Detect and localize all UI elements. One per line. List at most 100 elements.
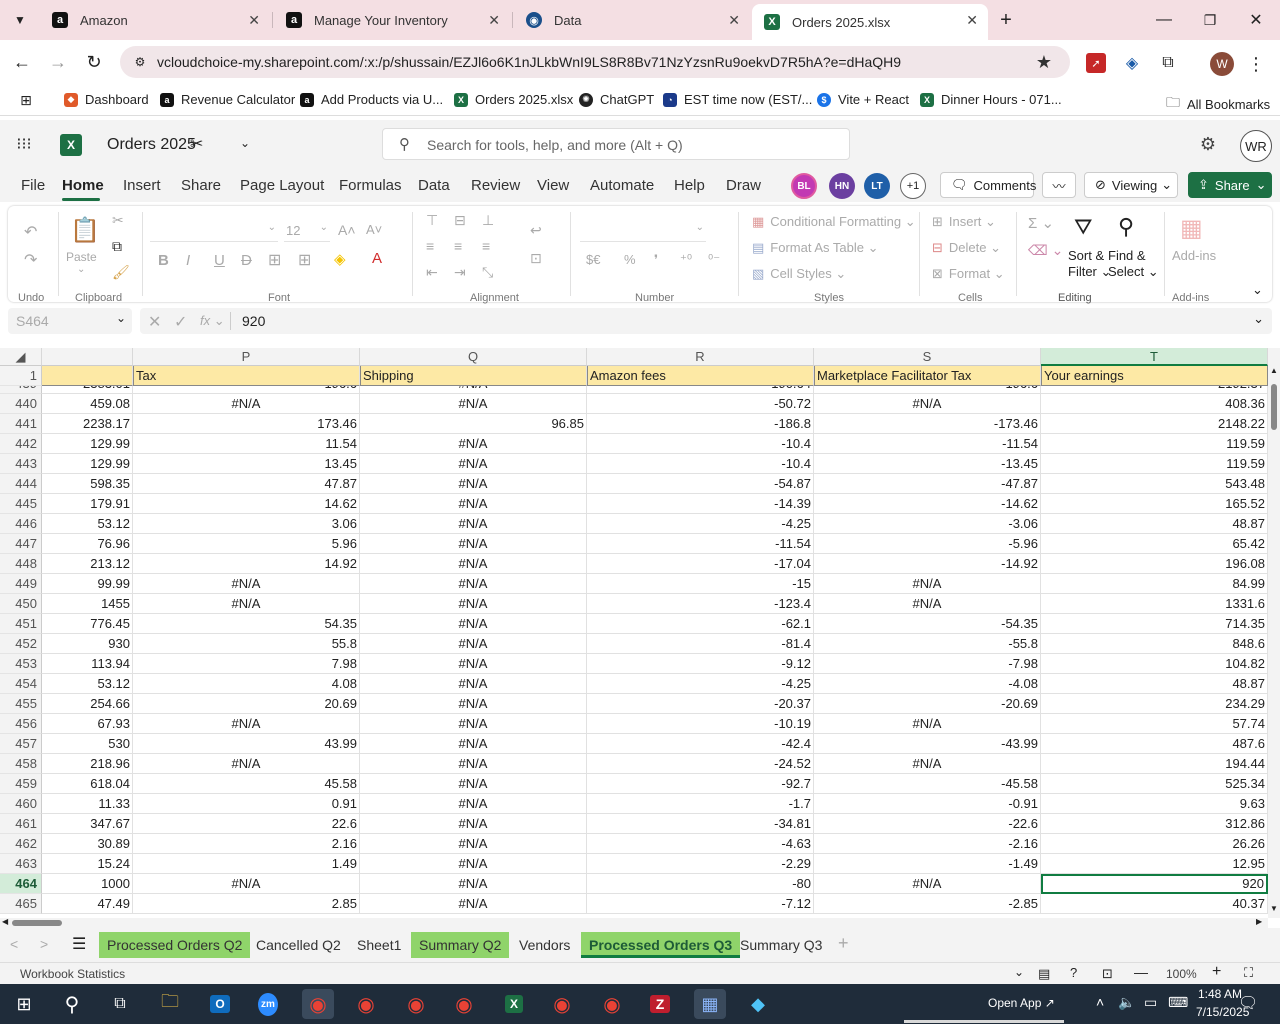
forward-icon[interactable]: →	[46, 50, 70, 74]
row-header[interactable]: 449	[0, 574, 42, 594]
cell-t[interactable]: 848.6	[1041, 634, 1268, 654]
browser-tab-orders[interactable]: X Orders 2025.xlsx ✕	[752, 4, 988, 40]
sheet-tab-processed-orders-q2[interactable]: Processed Orders Q2	[99, 932, 251, 958]
filezilla-icon[interactable]: Z	[644, 989, 676, 1019]
formula-input[interactable]: ✕ ✓ fx ⌄ 920 ⌄	[140, 308, 1272, 334]
header-cell-tax[interactable]: Tax	[133, 366, 360, 386]
cell-s[interactable]: -14.62	[814, 494, 1041, 514]
cell-s[interactable]: -2.16	[814, 834, 1041, 854]
cell-p[interactable]: 45.58	[133, 774, 360, 794]
header-cell-your-earnings[interactable]: Your earnings	[1041, 366, 1268, 386]
cell-q[interactable]: #N/A	[360, 474, 587, 494]
cell-p[interactable]: 4.08	[133, 674, 360, 694]
find-select-label[interactable]: Find & Select ⌄	[1108, 248, 1159, 280]
cell-o[interactable]: 1000	[42, 874, 133, 894]
cell-p[interactable]: 14.62	[133, 494, 360, 514]
cell-q[interactable]: #N/A	[360, 534, 587, 554]
cell-s[interactable]: -5.96	[814, 534, 1041, 554]
cell-r[interactable]: -54.87	[587, 474, 814, 494]
browser-tab-amazon[interactable]: a Amazon ✕	[40, 0, 270, 40]
cell-q[interactable]: #N/A	[360, 854, 587, 874]
cell-r[interactable]: -34.81	[587, 814, 814, 834]
close-icon[interactable]: ✕	[728, 12, 740, 29]
cell-t[interactable]: 714.35	[1041, 614, 1268, 634]
menu-file[interactable]: File	[21, 177, 45, 194]
cell-o[interactable]: 129.99	[42, 454, 133, 474]
row-header[interactable]: 457	[0, 734, 42, 754]
cut-icon[interactable]: ✂	[112, 212, 124, 229]
cell-r[interactable]: -14.39	[587, 494, 814, 514]
cell-o[interactable]: 1455	[42, 594, 133, 614]
cell-s[interactable]: -0.91	[814, 794, 1041, 814]
cell-o[interactable]: 53.12	[42, 674, 133, 694]
row-header[interactable]: 443	[0, 454, 42, 474]
font-name-dropdown[interactable]: ⌄	[150, 220, 278, 242]
presence-avatar-lt[interactable]: LT	[864, 173, 890, 199]
enter-icon[interactable]: ✓	[174, 312, 187, 332]
cell-t[interactable]: 119.59	[1041, 434, 1268, 454]
paste-label[interactable]: Paste	[66, 250, 97, 264]
redo-icon[interactable]: ↷	[24, 250, 37, 270]
horizontal-scrollbar[interactable]: ◀ ▶	[0, 917, 1268, 928]
align-center-icon[interactable]: ≡	[454, 238, 462, 254]
cell-q[interactable]: #N/A	[360, 714, 587, 734]
cell-r[interactable]: -2.29	[587, 854, 814, 874]
chevron-down-icon[interactable]: ⌄	[1014, 965, 1024, 979]
all-bookmarks[interactable]: 🗀 All Bookmarks	[1166, 92, 1270, 116]
cell-t[interactable]: 104.82	[1041, 654, 1268, 674]
cell-p[interactable]: 2.85	[133, 894, 360, 914]
column-header-p[interactable]: P	[133, 348, 360, 366]
cell-s[interactable]: #N/A	[814, 754, 1041, 774]
feedback-icon[interactable]: ?	[1070, 965, 1077, 980]
cell-p[interactable]: 13.45	[133, 454, 360, 474]
cell-p[interactable]: #N/A	[133, 594, 360, 614]
cell-q[interactable]: #N/A	[360, 774, 587, 794]
cell-p[interactable]: #N/A	[133, 714, 360, 734]
cell-p[interactable]: #N/A	[133, 574, 360, 594]
bookmark-revenue-calculator[interactable]: a Revenue Calculator	[160, 92, 295, 107]
app-launcher-icon[interactable]: ⁝⁝⁝	[14, 134, 34, 154]
undo-icon[interactable]: ↶	[24, 222, 37, 242]
cell-r[interactable]: -10.19	[587, 714, 814, 734]
cell-r[interactable]: -1.7	[587, 794, 814, 814]
menu-home[interactable]: Home	[62, 177, 104, 194]
bookmark-vite-react[interactable]: $ Vite + React	[817, 92, 909, 107]
open-app-button[interactable]: Open App ↗	[988, 996, 1055, 1010]
cell-o[interactable]: 213.12	[42, 554, 133, 574]
scroll-down-icon[interactable]: ▼	[1270, 904, 1278, 913]
search-icon[interactable]: ⚲	[56, 989, 88, 1019]
fill-color-icon[interactable]: ◈	[334, 250, 346, 268]
row-header[interactable]: 455	[0, 694, 42, 714]
cell-t[interactable]: 48.87	[1041, 674, 1268, 694]
sheet-tab-sheet1[interactable]: Sheet1	[349, 932, 409, 958]
merge-icon[interactable]: ⊡	[530, 250, 542, 267]
cell-r[interactable]: -7.12	[587, 894, 814, 914]
bookmark-chatgpt[interactable]: ✺ ChatGPT	[579, 92, 654, 107]
chrome-icon[interactable]: ◉	[546, 989, 578, 1019]
cell-o[interactable]: 11.33	[42, 794, 133, 814]
row-header[interactable]: 462	[0, 834, 42, 854]
row-header[interactable]: 454	[0, 674, 42, 694]
menu-review[interactable]: Review	[471, 177, 520, 194]
menu-page-layout[interactable]: Page Layout	[240, 177, 324, 194]
cell-s[interactable]: #N/A	[814, 394, 1041, 414]
settings-gear-icon[interactable]: ⚙	[1198, 134, 1218, 154]
zoom-out-icon[interactable]: —	[1134, 964, 1148, 980]
cell-o[interactable]: 530	[42, 734, 133, 754]
header-cell-shipping[interactable]: Shipping	[360, 366, 587, 386]
cell-p[interactable]: 173.46	[133, 414, 360, 434]
cell-q[interactable]: #N/A	[360, 434, 587, 454]
align-right-icon[interactable]: ≡	[482, 238, 490, 254]
browser-menu-icon[interactable]: ⋮	[1246, 52, 1266, 76]
cell-r[interactable]: -4.25	[587, 514, 814, 534]
bold-icon[interactable]: B	[158, 252, 169, 269]
cell-q[interactable]: #N/A	[360, 394, 587, 414]
wrap-text-icon[interactable]: ↩	[530, 222, 542, 239]
grow-font-icon[interactable]: A˄	[338, 222, 356, 238]
cell-r[interactable]: -62.1	[587, 614, 814, 634]
back-icon[interactable]: ←	[10, 50, 34, 74]
cell-o[interactable]: 776.45	[42, 614, 133, 634]
catch-up-button[interactable]: 〰	[1042, 172, 1076, 198]
cell-r[interactable]: -80	[587, 874, 814, 894]
cell-s[interactable]: -13.45	[814, 454, 1041, 474]
